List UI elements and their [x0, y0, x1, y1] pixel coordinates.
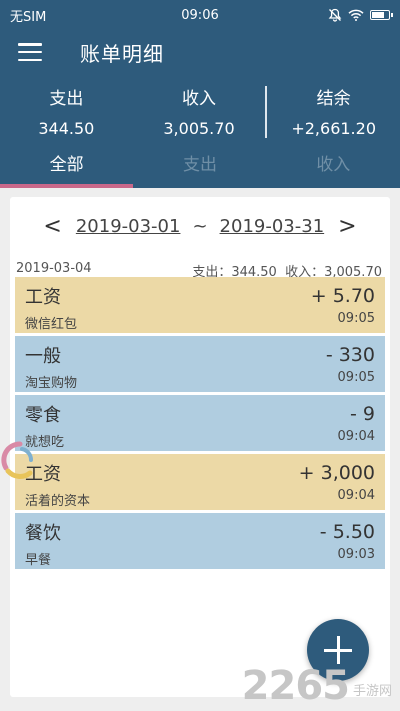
entry-amount: + 5.70 — [310, 285, 375, 307]
expense-value: 344.50 — [38, 119, 95, 138]
entry-category: 一般 — [25, 346, 61, 367]
mute-icon — [328, 8, 342, 22]
entry-amount: - 9 — [350, 403, 375, 425]
entry-note: 活着的资本 — [25, 494, 91, 509]
expense-summary: 支出 344.50 — [0, 84, 133, 146]
menu-icon[interactable] — [18, 43, 42, 61]
day-totals: 支出：344.50 收入：3,005.70 — [192, 265, 382, 280]
balance-summary: 结余 +2,661.20 — [267, 84, 400, 146]
watermark-logo: 2265 手游网 — [242, 663, 392, 709]
status-bar: 无SIM 09:06 — [0, 0, 400, 30]
start-date[interactable]: 2019-03-01 — [76, 216, 181, 237]
app-bar: 账单明细 — [0, 30, 400, 74]
page-title: 账单明细 — [80, 41, 164, 66]
next-month-button[interactable]: > — [324, 214, 370, 239]
entry-time: 09:05 — [337, 311, 375, 326]
entry-note: 淘宝购物 — [25, 376, 78, 391]
entry-category: 零食 — [25, 405, 61, 426]
summary-panel: 支出 344.50 收入 3,005.70 结余 +2,661.20 — [0, 74, 400, 146]
list-item[interactable]: 餐饮 早餐 - 5.50 09:03 — [15, 513, 385, 569]
income-label: 收入 — [182, 89, 216, 109]
end-date[interactable]: 2019-03-31 — [220, 216, 325, 237]
entry-time: 09:05 — [337, 370, 375, 385]
watermark-text: 手游网 — [352, 684, 392, 699]
list-item[interactable]: 零食 就想吃 - 9 09:04 — [15, 395, 385, 451]
day-header: 2019-03-04 支出：344.50 收入：3,005.70 — [10, 255, 390, 280]
list-item[interactable]: 工资 活着的资本 + 3,000 09:04 — [15, 454, 385, 510]
prev-month-button[interactable]: < — [29, 214, 75, 239]
list-item[interactable]: 工资 微信红包 + 5.70 09:05 — [15, 277, 385, 333]
list-item[interactable]: 一般 淘宝购物 - 330 09:05 — [15, 336, 385, 392]
income-value: 3,005.70 — [163, 119, 235, 138]
loading-spinner-icon — [1, 441, 33, 479]
tab-indicator — [0, 184, 133, 188]
wifi-icon — [348, 9, 364, 21]
tab-expense[interactable]: 支出 — [133, 146, 266, 188]
expense-label: 支出 — [49, 89, 84, 109]
date-range-picker: < 2019-03-01 ~ 2019-03-31 > — [10, 197, 390, 255]
battery-icon — [370, 10, 393, 20]
carrier-label: 无SIM — [10, 9, 47, 25]
entry-time: 09:04 — [337, 429, 375, 444]
entry-amount: + 3,000 — [298, 462, 375, 484]
watermark-number: 2265 — [241, 663, 350, 709]
entry-note: 早餐 — [25, 553, 52, 568]
tab-all[interactable]: 全部 — [0, 146, 133, 188]
balance-value: +2,661.20 — [291, 119, 376, 138]
entry-time: 09:03 — [337, 547, 375, 562]
entry-amount: - 5.50 — [319, 521, 375, 543]
entry-time: 09:04 — [337, 488, 375, 503]
income-summary: 收入 3,005.70 — [133, 84, 266, 146]
entry-note: 就想吃 — [25, 435, 65, 450]
status-icons — [328, 8, 393, 22]
balance-label: 结余 — [316, 89, 351, 109]
filter-tabs: 全部 支出 收入 — [0, 146, 400, 188]
day-date: 2019-03-04 — [16, 261, 92, 276]
tab-income[interactable]: 收入 — [267, 146, 400, 188]
entry-note: 微信红包 — [25, 317, 78, 332]
entry-list: 工资 微信红包 + 5.70 09:05 一般 淘宝购物 - 330 09:05… — [10, 277, 390, 569]
entry-amount: - 330 — [325, 344, 375, 366]
range-separator: ~ — [192, 215, 208, 237]
plus-icon-vertical — [336, 636, 340, 664]
